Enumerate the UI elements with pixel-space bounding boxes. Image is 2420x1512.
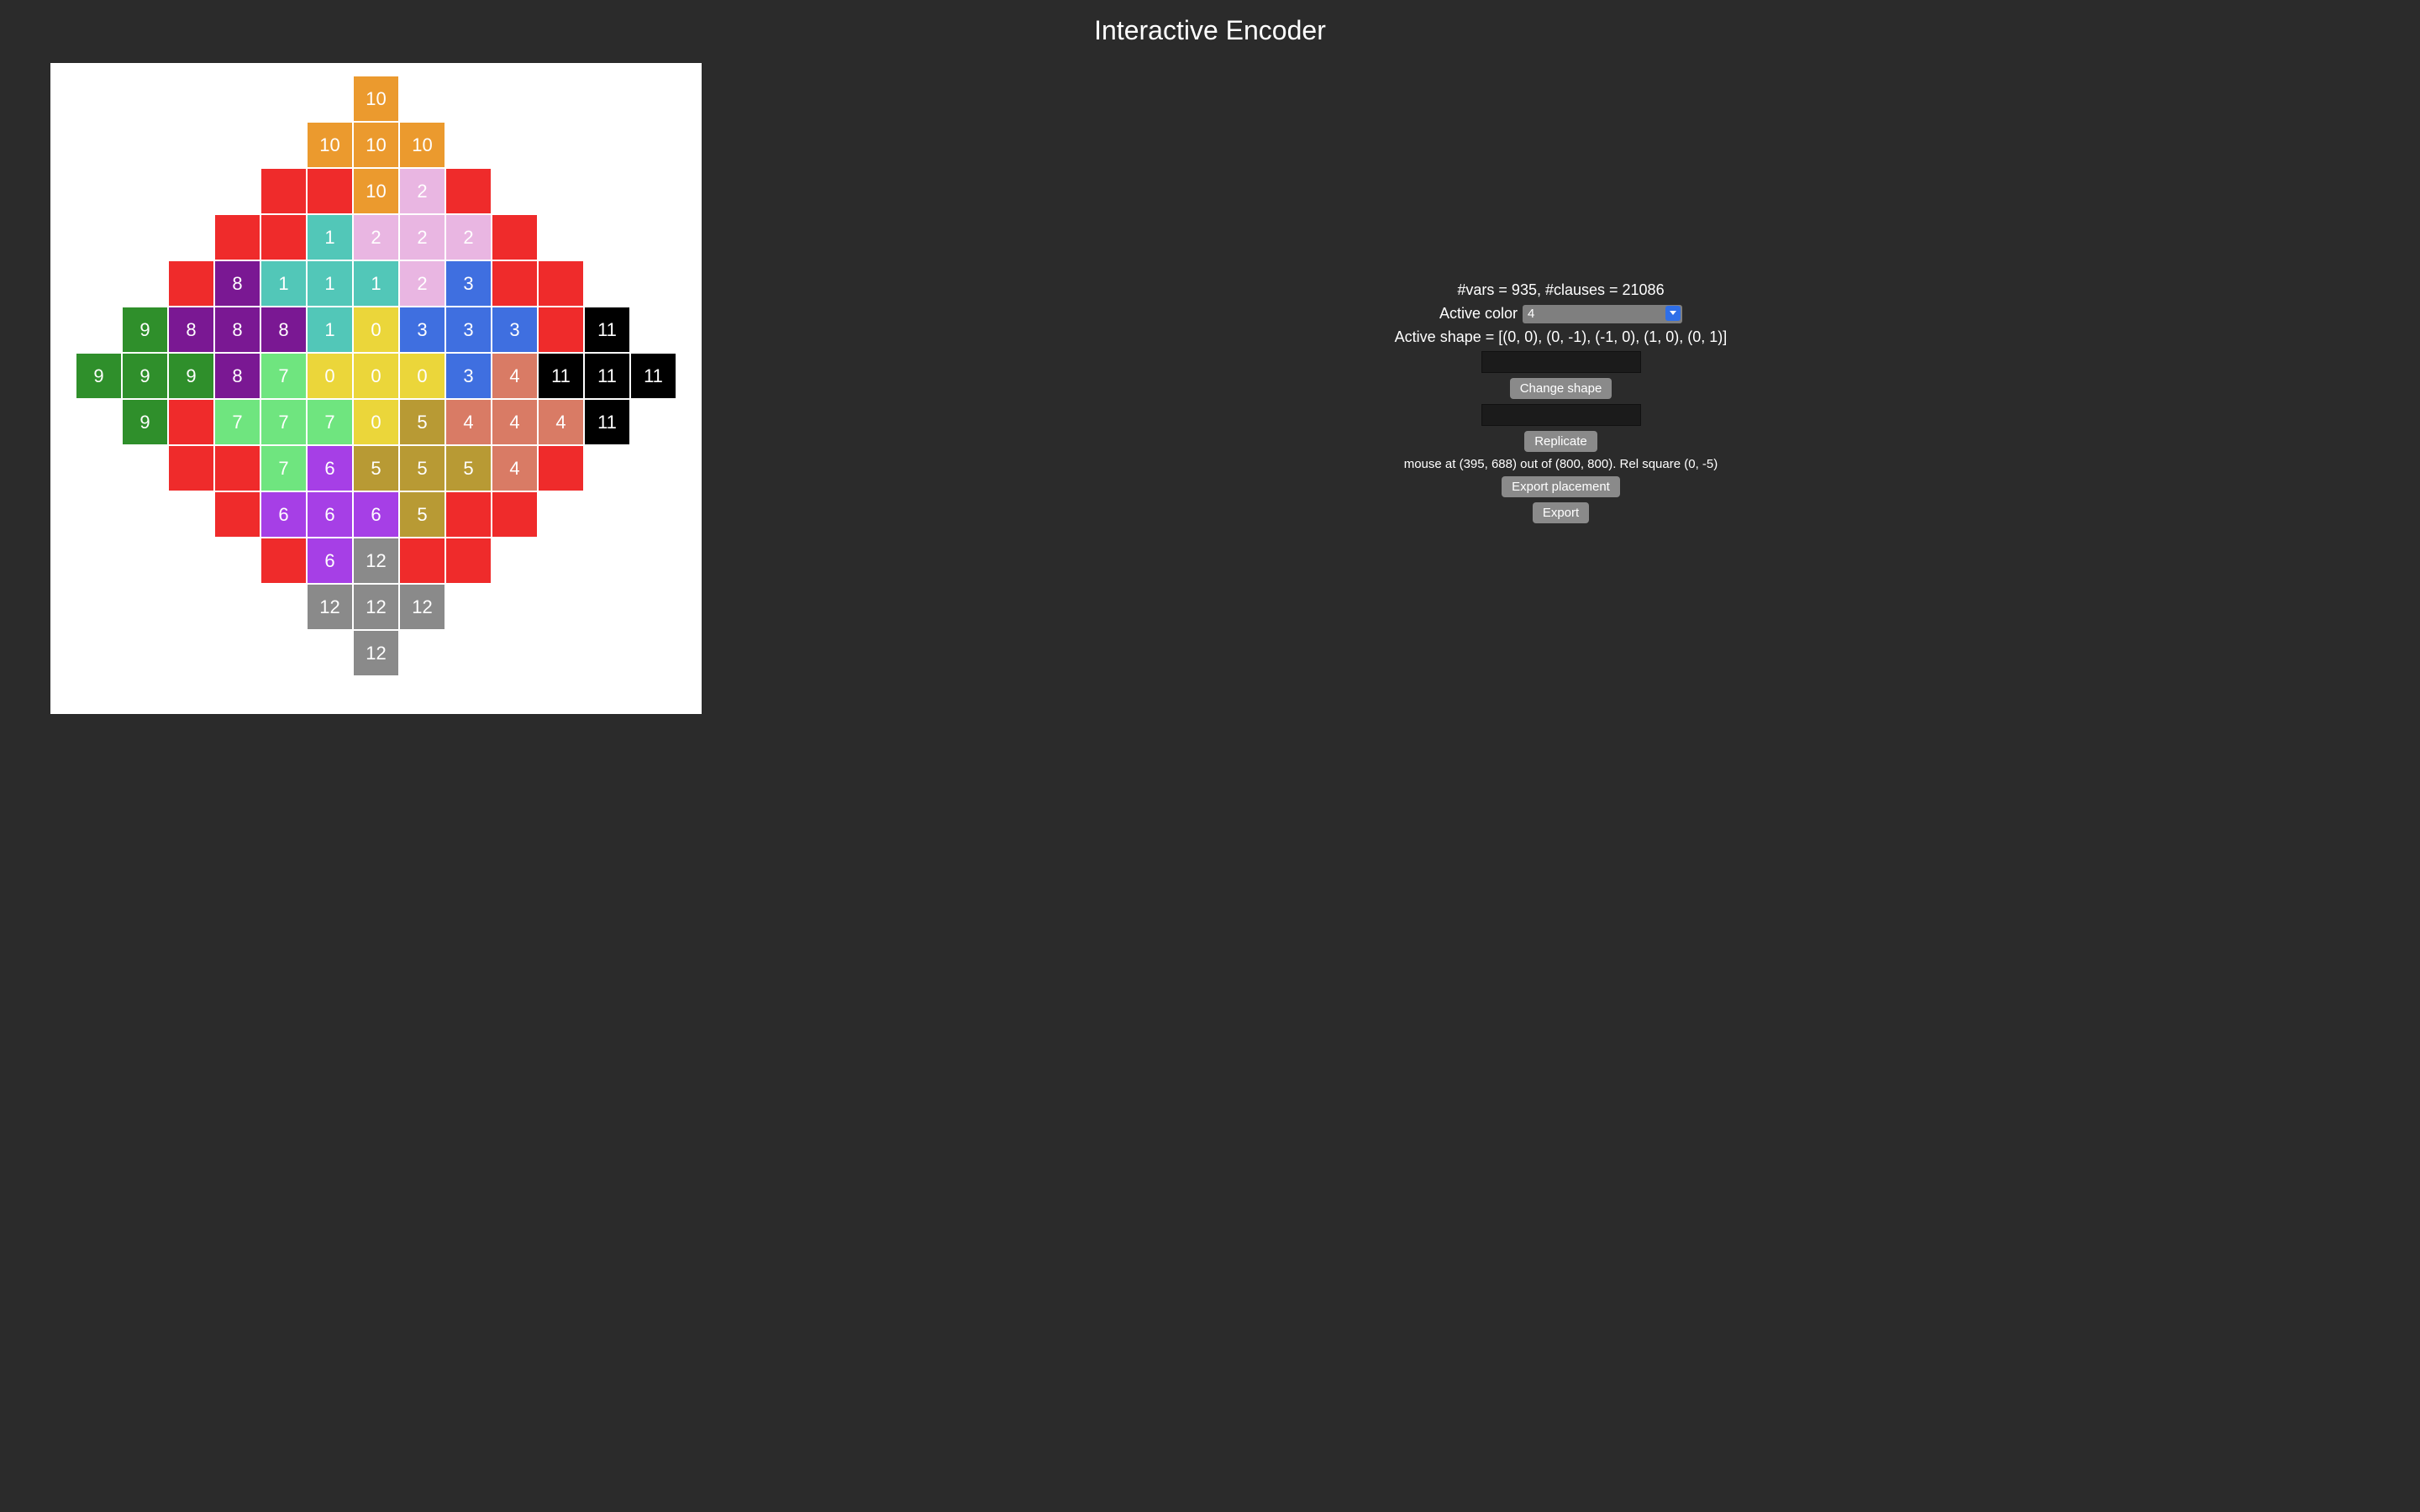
grid-cell[interactable]: 9 [122,399,168,445]
grid-cell[interactable]: 7 [260,399,307,445]
grid-cell[interactable]: 5 [399,399,445,445]
grid-cell[interactable]: 12 [353,584,399,630]
grid-cell[interactable]: 1 [307,214,353,260]
grid-cell[interactable]: 2 [353,214,399,260]
grid-cell[interactable]: 1 [353,260,399,307]
grid-cell[interactable]: 3 [492,307,538,353]
grid-cell[interactable]: 11 [584,399,630,445]
grid-cell[interactable] [260,214,307,260]
grid-cell[interactable]: 7 [260,445,307,491]
grid-cell[interactable]: 8 [168,307,214,353]
grid-cell[interactable]: 4 [445,399,492,445]
grid-cell[interactable]: 3 [399,307,445,353]
grid-cell[interactable]: 5 [399,445,445,491]
grid-cell[interactable]: 10 [307,122,353,168]
grid-cell[interactable]: 1 [307,260,353,307]
grid-cell[interactable]: 3 [445,307,492,353]
active-color-label: Active color [1439,305,1518,323]
grid-cell[interactable]: 2 [399,168,445,214]
grid-cell[interactable]: 10 [353,76,399,122]
grid-cell[interactable] [214,491,260,538]
grid-cell[interactable] [492,260,538,307]
grid-cell[interactable] [168,445,214,491]
grid-cell[interactable] [445,491,492,538]
grid-cell[interactable]: 9 [76,353,122,399]
active-color-select[interactable]: 4 [1523,305,1682,323]
grid-cell[interactable]: 1 [307,307,353,353]
replicate-button[interactable]: Replicate [1524,431,1597,452]
grid-cell[interactable]: 5 [445,445,492,491]
stats-text: #vars = 935, #clauses = 21086 [1457,281,1664,299]
grid-cell[interactable]: 3 [445,353,492,399]
grid-cell[interactable] [307,168,353,214]
grid-cell[interactable]: 5 [353,445,399,491]
grid-cell[interactable]: 3 [445,260,492,307]
grid-cell[interactable]: 8 [214,307,260,353]
grid-cell[interactable]: 11 [538,353,584,399]
export-button[interactable]: Export [1533,502,1589,523]
export-placement-button[interactable]: Export placement [1502,476,1620,497]
grid-cell[interactable] [214,214,260,260]
grid-cell[interactable] [492,491,538,538]
grid-cell[interactable] [445,168,492,214]
grid-cell[interactable] [399,538,445,584]
grid-cell[interactable] [260,168,307,214]
grid-cell[interactable]: 1 [260,260,307,307]
grid-cell[interactable]: 12 [307,584,353,630]
grid-cell[interactable]: 5 [399,491,445,538]
grid-cell[interactable]: 7 [260,353,307,399]
grid-cell[interactable]: 7 [214,399,260,445]
shape-input[interactable] [1481,351,1641,373]
grid-cell[interactable]: 0 [353,353,399,399]
grid-cell[interactable] [538,260,584,307]
page-title: Interactive Encoder [1094,15,1326,46]
grid-cell[interactable]: 2 [399,214,445,260]
grid-cell[interactable]: 7 [307,399,353,445]
grid-cell[interactable]: 10 [399,122,445,168]
active-shape-text: Active shape = [(0, 0), (0, -1), (-1, 0)… [1395,328,1728,346]
grid-cell[interactable]: 2 [399,260,445,307]
grid-cell[interactable]: 8 [214,353,260,399]
grid-cell[interactable]: 0 [353,307,399,353]
grid-cell[interactable]: 8 [214,260,260,307]
grid-cell[interactable]: 11 [584,307,630,353]
grid-cell[interactable]: 12 [353,538,399,584]
grid-cell[interactable]: 11 [630,353,676,399]
grid-cell[interactable] [538,307,584,353]
grid-cell[interactable] [445,538,492,584]
grid-cell[interactable]: 4 [492,353,538,399]
grid-cell[interactable]: 2 [445,214,492,260]
grid-cell[interactable]: 8 [260,307,307,353]
grid-cell[interactable]: 10 [353,122,399,168]
grid-cell[interactable]: 6 [353,491,399,538]
grid-cell[interactable]: 9 [122,353,168,399]
grid-cell[interactable]: 9 [168,353,214,399]
grid-cell[interactable] [214,445,260,491]
grid-cell[interactable] [538,445,584,491]
grid-cell[interactable]: 6 [307,538,353,584]
grid-cell[interactable]: 0 [307,353,353,399]
grid-cell[interactable]: 6 [260,491,307,538]
grid-cell[interactable]: 10 [353,168,399,214]
grid-cell[interactable]: 4 [538,399,584,445]
encoder-canvas[interactable]: 1010101010212228111239888103331199987000… [50,63,702,714]
grid-cell[interactable]: 0 [353,399,399,445]
grid-cell[interactable] [492,214,538,260]
grid-cell[interactable] [260,538,307,584]
grid-cell[interactable]: 0 [399,353,445,399]
replicate-input[interactable] [1481,404,1641,426]
grid-cell[interactable]: 4 [492,445,538,491]
grid-cell[interactable] [168,260,214,307]
grid-cell[interactable] [168,399,214,445]
change-shape-button[interactable]: Change shape [1510,378,1612,399]
grid-cell[interactable]: 12 [353,630,399,676]
control-sidebar: #vars = 935, #clauses = 21086 Active col… [702,281,2420,523]
grid-cell[interactable]: 4 [492,399,538,445]
grid-cell[interactable]: 11 [584,353,630,399]
grid-cell[interactable]: 6 [307,491,353,538]
grid-cell[interactable]: 6 [307,445,353,491]
grid-cell[interactable]: 12 [399,584,445,630]
mouse-status-text: mouse at (395, 688) out of (800, 800). R… [1404,457,1718,471]
grid-cell[interactable]: 9 [122,307,168,353]
